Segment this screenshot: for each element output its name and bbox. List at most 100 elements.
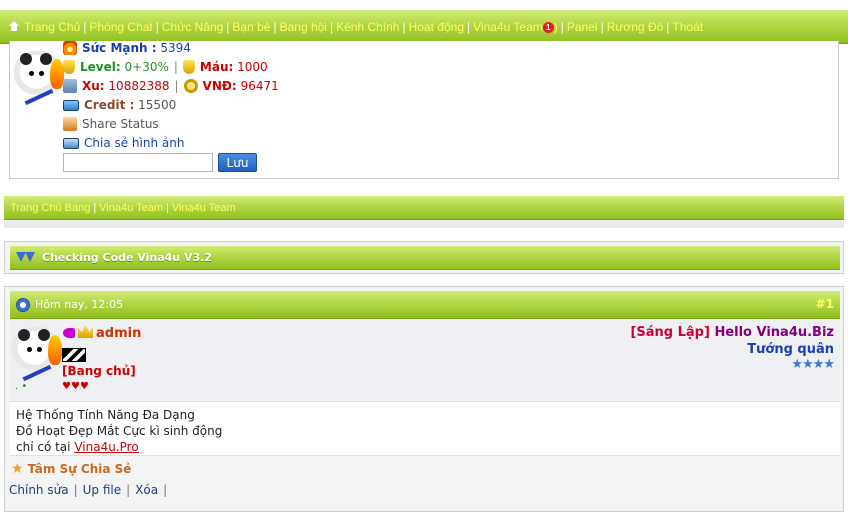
share-image-link[interactable]: Chia sẻ hình ảnh (84, 136, 184, 150)
strength-label: Sức Mạnh : (82, 41, 157, 55)
avatar-stick (22, 364, 52, 382)
nav-separator: | (155, 19, 159, 34)
share-status-row[interactable]: Share Status (63, 117, 159, 131)
separator: | (174, 79, 179, 93)
author-mini-avatar (62, 348, 86, 362)
credit-value: 15500 (138, 98, 177, 112)
topic-header: Checking Code Vina4u V3.2 (10, 246, 840, 270)
level-row: Level: 0+30% | Máu: 1000 (63, 60, 268, 74)
top-nav: Trang Chủ | Phòng Chat | Chức Năng | Bạn… (0, 10, 848, 44)
nav-kenh-chinh[interactable]: Kênh Chính (336, 20, 399, 34)
guild-nav-team-2[interactable]: Vina4u Team (172, 202, 236, 214)
save-button[interactable]: Lưu (218, 153, 257, 172)
nav-vina4u-team[interactable]: Vina4u Team 1) (473, 20, 558, 34)
user-avatar[interactable] (14, 51, 64, 106)
vnd-value: 96471 (240, 79, 279, 93)
post-number[interactable]: #1 (816, 297, 834, 311)
nav-separator: | (402, 19, 406, 34)
badge-close-paren: ) (553, 19, 558, 34)
top-spacer (0, 0, 848, 10)
home-icon[interactable] (8, 21, 20, 32)
post-line-last: chỉ có tại Vina4u.Pro (16, 439, 834, 455)
post-line: Hệ Thống Tính Năng Đa Dạng (16, 408, 195, 422)
nav-separator: | (467, 19, 471, 34)
nav-separator: | (93, 201, 97, 214)
author-rank-line: [Sáng Lập] Hello Vina4u.Biz (630, 325, 834, 340)
nav-separator: | (329, 19, 334, 34)
nav-separator: | (226, 19, 230, 34)
nav-separator: | (165, 201, 169, 214)
nav-vina4u-team-label: Vina4u Team (473, 19, 543, 34)
nav-bang-hoi[interactable]: Bang hội (280, 20, 327, 34)
xu-label: Xu: (82, 79, 105, 93)
avatar-ear (20, 53, 32, 65)
separator: | (163, 483, 168, 497)
strength-value: 5394 (160, 41, 191, 55)
post-timestamp: Hôm nay, 12:05 (35, 298, 124, 311)
post-signature: ★ Tâm Sự Chia Sẻ (11, 461, 131, 477)
coins-icon (183, 79, 198, 93)
author-rank-tag: [Sáng Lập] (630, 325, 710, 340)
hp-value: 1000 (237, 60, 268, 74)
level-value: 0+30% (124, 60, 169, 74)
wallet-icon (63, 79, 77, 93)
hp-label: Máu: (199, 60, 234, 74)
post-site-link[interactable]: Vina4u.Pro (74, 440, 138, 454)
clock-icon (16, 297, 30, 312)
nav-separator: | (666, 19, 670, 34)
signature-text: Tâm Sự Chia Sẻ (27, 462, 132, 476)
author-role-badge: [Bang chủ] (62, 364, 136, 378)
post-header: Hôm nay, 12:05 #1 (10, 291, 840, 319)
avatar-ear (18, 329, 30, 341)
nav-separator: | (273, 19, 277, 34)
guild-nav-shadow (4, 220, 844, 228)
nav-separator: | (83, 19, 87, 34)
credit-card-icon (63, 99, 79, 111)
nav-chuc-nang[interactable]: Chức Năng (162, 20, 223, 34)
guild-nav-team[interactable]: Vina4u Team (99, 202, 163, 214)
nav-ruong-do[interactable]: Rương Đồ (607, 20, 664, 34)
avatar-flame (48, 335, 62, 365)
avatar-eye (39, 71, 44, 76)
rank-stars: ★★★★ (791, 357, 835, 372)
avatar-flame (50, 59, 64, 89)
guild-nav-home[interactable]: Trang Chủ Bang (10, 202, 90, 214)
nav-thoat[interactable]: Thoát (672, 20, 703, 34)
author-username[interactable]: admin (96, 326, 141, 341)
credit-row: Credit : 15500 (63, 98, 176, 112)
level-label: Level: (80, 60, 121, 74)
fire-icon (63, 41, 77, 55)
separator: | (73, 483, 78, 497)
avatar-ear (38, 329, 50, 341)
share-status-link[interactable]: Share Status (82, 117, 159, 131)
status-input[interactable] (63, 153, 213, 172)
separator: | (173, 60, 178, 74)
avatar-eye (37, 347, 42, 352)
nav-trang-chu[interactable]: Trang Chủ (24, 20, 80, 34)
strength-row: Sức Mạnh : 5394 (63, 41, 191, 55)
topic-title: Checking Code Vina4u V3.2 (42, 251, 212, 264)
post-line: Đồ Hoạt Đẹp Mắt Cực kì sinh động (16, 424, 223, 438)
share-image-row[interactable]: Chia sẻ hình ảnh (63, 136, 184, 150)
nav-panel[interactable]: Panel (567, 20, 598, 34)
star-icon: ★ (11, 461, 24, 477)
upload-file-link[interactable]: Up file (83, 483, 122, 497)
credit-label: Credit : (84, 98, 135, 112)
nav-phong-chat[interactable]: Phòng Chat (89, 20, 152, 34)
share-icon (63, 117, 77, 131)
avatar-eye (29, 71, 34, 76)
delete-link[interactable]: Xóa (135, 483, 158, 497)
author-hearts: ♥♥♥ (62, 381, 89, 392)
nav-ban-be[interactable]: Bạn bè (232, 20, 270, 34)
edit-link[interactable]: Chỉnh sửa (9, 483, 69, 497)
post-line-prefix: chỉ có tại (16, 440, 71, 454)
nav-hoat-dong[interactable]: Hoạt động (409, 20, 464, 34)
separator: | (126, 483, 131, 497)
author-avatar[interactable] (12, 327, 62, 382)
post-content: Hệ Thống Tính Năng Đa Dạng Đồ Hoạt Đẹp M… (10, 401, 840, 456)
avatar-eye (27, 347, 32, 352)
topic-header-box: Checking Code Vina4u V3.2 (4, 241, 844, 274)
xu-value: 10882388 (108, 79, 170, 93)
online-indicator: . • (15, 381, 28, 392)
vnd-label: VNĐ: (202, 79, 237, 93)
